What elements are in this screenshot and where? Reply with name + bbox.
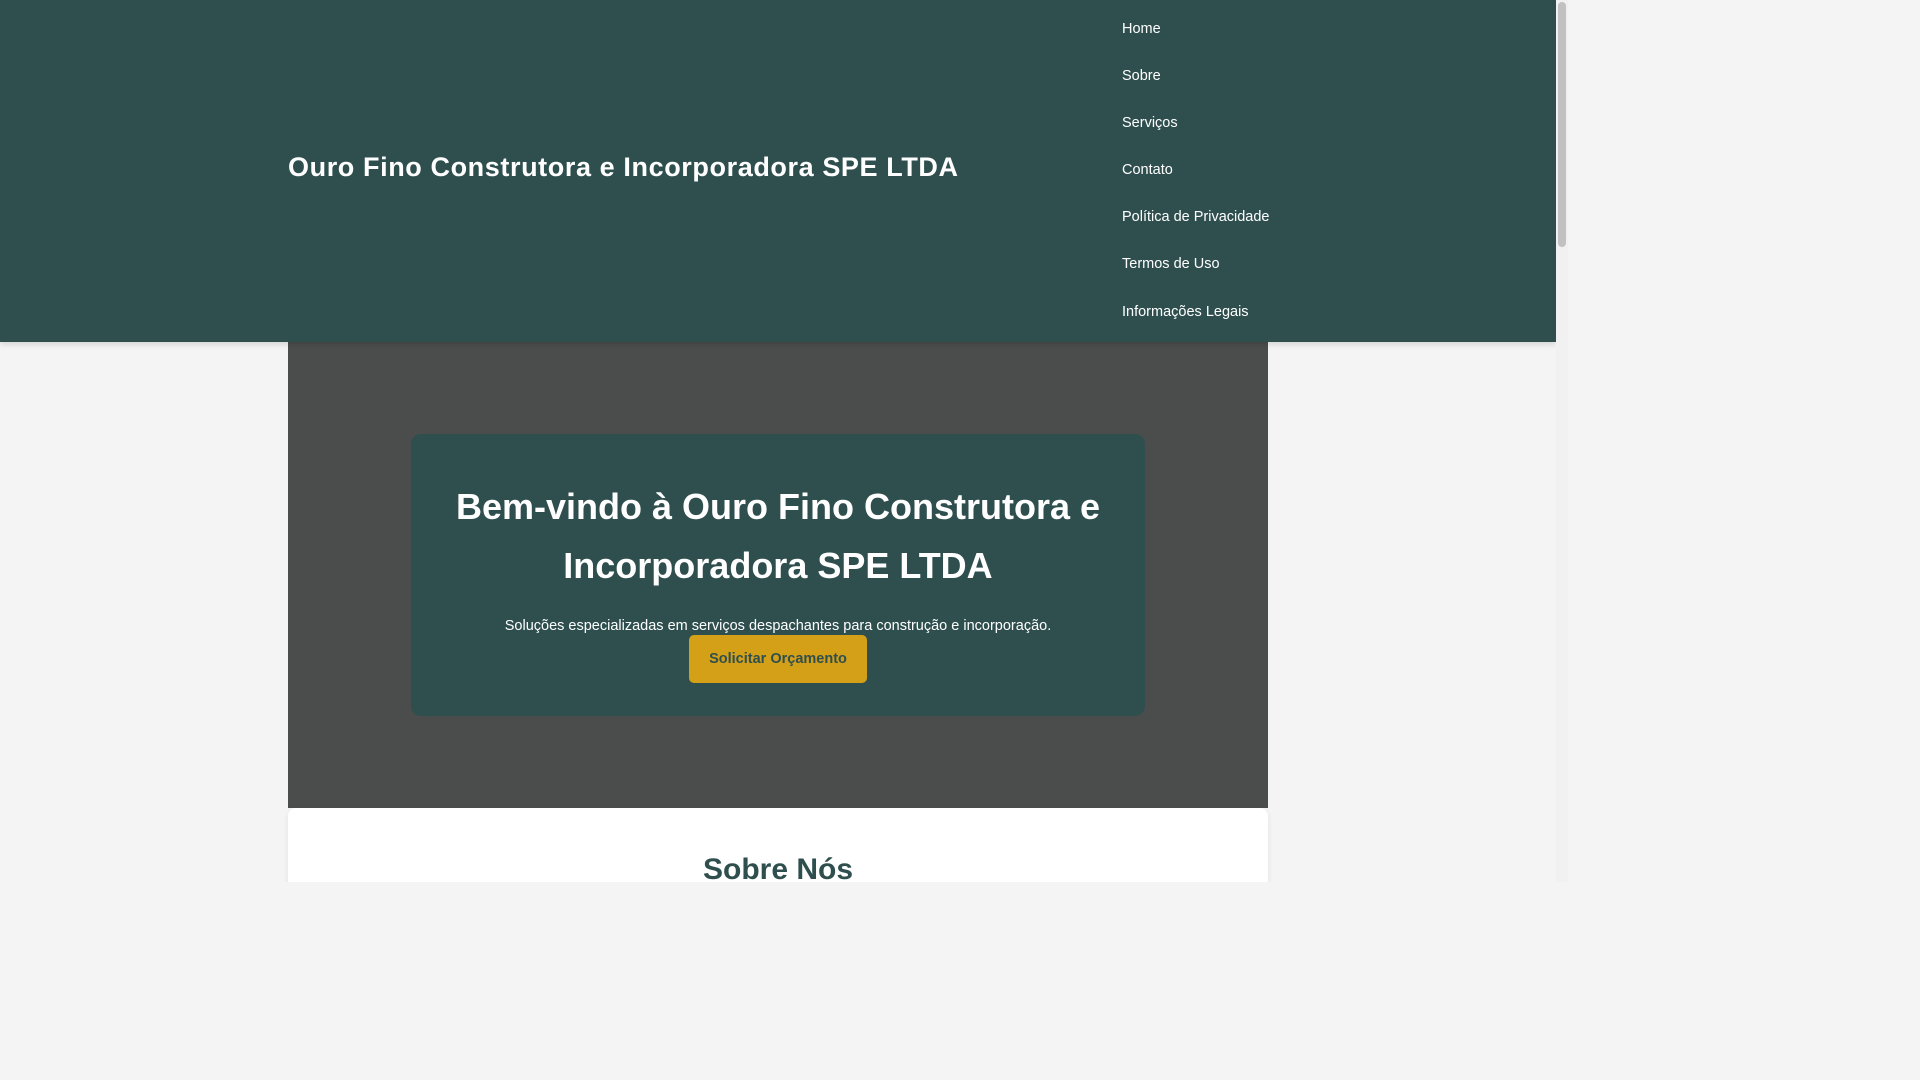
hero-heading: Bem-vindo à Ouro Fino Construtora e Inco… [455, 486, 1101, 586]
nav-item-termos-uso[interactable]: Termos de Uso [1110, 241, 1270, 288]
vertical-scrollbar[interactable] [1556, 0, 1568, 882]
about-section: Sobre Nós [288, 808, 1268, 882]
nav-item-home[interactable]: Home [1110, 6, 1270, 53]
main-nav: Home Sobre Serviços Contato Política de … [1110, 6, 1270, 336]
nav-item-servicos[interactable]: Serviços [1110, 100, 1270, 147]
site-header: Ouro Fino Construtora e Incorporadora SP… [0, 0, 1556, 342]
page: Ouro Fino Construtora e Incorporadora SP… [0, 0, 1568, 882]
request-quote-button[interactable]: Solicitar Orçamento [689, 635, 867, 683]
hero-section: Bem-vindo à Ouro Fino Construtora e Inco… [288, 342, 1268, 808]
nav-item-sobre[interactable]: Sobre [1110, 53, 1270, 100]
nav-item-politica-privacidade[interactable]: Política de Privacidade [1110, 194, 1270, 241]
hero-subtitle: Soluções especializadas em serviços desp… [504, 618, 1052, 634]
nav-item-contato[interactable]: Contato [1110, 147, 1270, 194]
hero-card: Bem-vindo à Ouro Fino Construtora e Inco… [411, 434, 1145, 716]
scrollbar-thumb[interactable] [1558, 2, 1566, 247]
about-heading: Sobre Nós [702, 853, 854, 882]
nav-item-informacoes-legais[interactable]: Informações Legais [1110, 289, 1270, 336]
site-title[interactable]: Ouro Fino Construtora e Incorporadora SP… [288, 152, 959, 183]
